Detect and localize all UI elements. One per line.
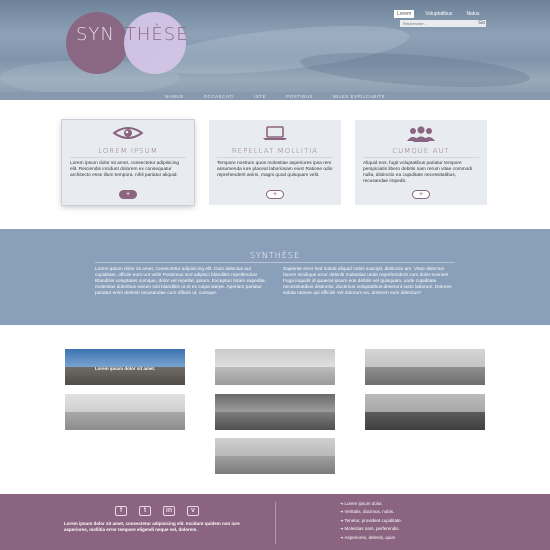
feature-card: LOREM IPSUM Lorem ipsum dolor sit amet, … [62,120,194,205]
gallery-image-shore[interactable] [65,394,185,430]
image-caption: Lorem ipsum dolor sit amet. [94,366,156,371]
photo-sky [65,349,185,367]
divider [95,262,455,263]
linkedin-icon[interactable]: in [163,506,175,516]
footer-link[interactable]: Veritatis, ducimus, nobis. [340,508,402,516]
top-nav-item[interactable]: Lorem [394,10,415,18]
divider [217,157,333,158]
vimeo-icon[interactable]: v [187,506,199,516]
main-nav-item[interactable]: MILES EXPLICABITE [333,94,385,99]
logo-right: THÈSE [124,24,189,45]
footer-link[interactable]: Asperiores, deleniti, quia! [340,534,402,542]
more-button[interactable]: + [119,190,137,199]
section-title: SYNTHÈSE [249,251,301,260]
eye-icon [62,126,194,142]
footer: f t in v Lorem ipsum dolor sit amet, con… [0,494,550,550]
feature-card: CUMQUE AUT Aliquid eos, fugit voluptatib… [355,120,487,205]
laptop-icon [209,126,341,142]
main-nav-item[interactable]: POSTIBUS [286,94,313,99]
card-title: LOREM IPSUM [98,147,158,155]
facebook-icon[interactable]: f [115,506,127,516]
photo-ground [215,367,335,385]
photo-ground [215,412,335,430]
photo-sky [215,349,335,367]
photo-ground [215,456,335,474]
section-text-left: Lorem ipsum dolor sit amet, consectetur … [95,267,266,296]
search-button[interactable]: Go [478,20,485,27]
photo-ground [365,412,485,430]
photo-ground [365,367,485,385]
logo[interactable]: SYN THÈSE [76,24,196,48]
card-title: REPELLAT MOLLITIA [231,147,319,155]
more-button[interactable]: + [412,190,430,199]
footer-link[interactable]: Tenetur, provident cupiditate. [340,517,402,525]
section-text-right: Sapiente error sed soluta aliquid nobis … [283,267,452,296]
card-text: Aliquid eos, fugit voluptatibus pariatur… [363,161,473,184]
feature-card: REPELLAT MOLLITIA Tempore nostrum quos m… [209,120,341,205]
users-icon [355,126,487,142]
social-links: f t in v [115,506,199,516]
footer-divider [275,502,276,544]
footer-link[interactable]: Lorem ipsum dolor. [340,500,402,508]
search-placeholder: Rechercher... [403,21,427,26]
main-nav-item[interactable]: ISTE [254,94,266,99]
main-nav: NAMUS OCCAECATI ISTE POSTIBUS MILES EXPL… [0,92,550,100]
card-title: CUMQUE AUT [392,147,450,155]
divider [70,157,186,158]
photo-sky [215,438,335,456]
gallery-image-beach[interactable]: Lorem ipsum dolor sit amet. [65,349,185,385]
main-nav-item[interactable]: OCCAECATI [204,94,234,99]
top-nav-item[interactable]: Natus [463,10,482,18]
logo-left: SYN [76,24,115,45]
header: SYN THÈSE Lorem Voluptatibus Natus Reche… [0,0,550,100]
gallery-image-dunes[interactable] [215,349,335,385]
photo-sky [65,394,185,412]
gallery-image-sea[interactable] [365,394,485,430]
photo-sky [365,349,485,367]
top-nav-item[interactable]: Voluptatibus [422,10,455,18]
card-text: Tempore nostrum quos molestiae asperiore… [217,161,333,178]
search-input[interactable]: Rechercher... Go [400,20,486,27]
more-button[interactable]: + [266,190,284,199]
gallery-image-coast[interactable] [365,349,485,385]
photo-sky [215,394,335,412]
card-text: Lorem ipsum dolor sit amet, consectetur … [70,161,180,178]
sky-streak [299,47,531,93]
twitter-icon[interactable]: t [139,506,151,516]
photo-sky [365,394,485,412]
divider [363,157,479,158]
gallery-image-desert[interactable] [215,438,335,474]
main-nav-item[interactable]: NAMUS [165,94,184,99]
top-nav: Lorem Voluptatibus Natus [394,10,483,18]
synthese-section: SYNTHÈSE Lorem ipsum dolor sit amet, con… [0,229,550,325]
footer-text: Lorem ipsum dolor sit amet, consectetur … [64,521,240,532]
footer-link[interactable]: Molestias nam, perferendis. [340,525,402,533]
photo-ground [65,412,185,430]
footer-links: Lorem ipsum dolor. Veritatis, ducimus, n… [340,500,402,542]
gallery-image-sand[interactable] [215,394,335,430]
